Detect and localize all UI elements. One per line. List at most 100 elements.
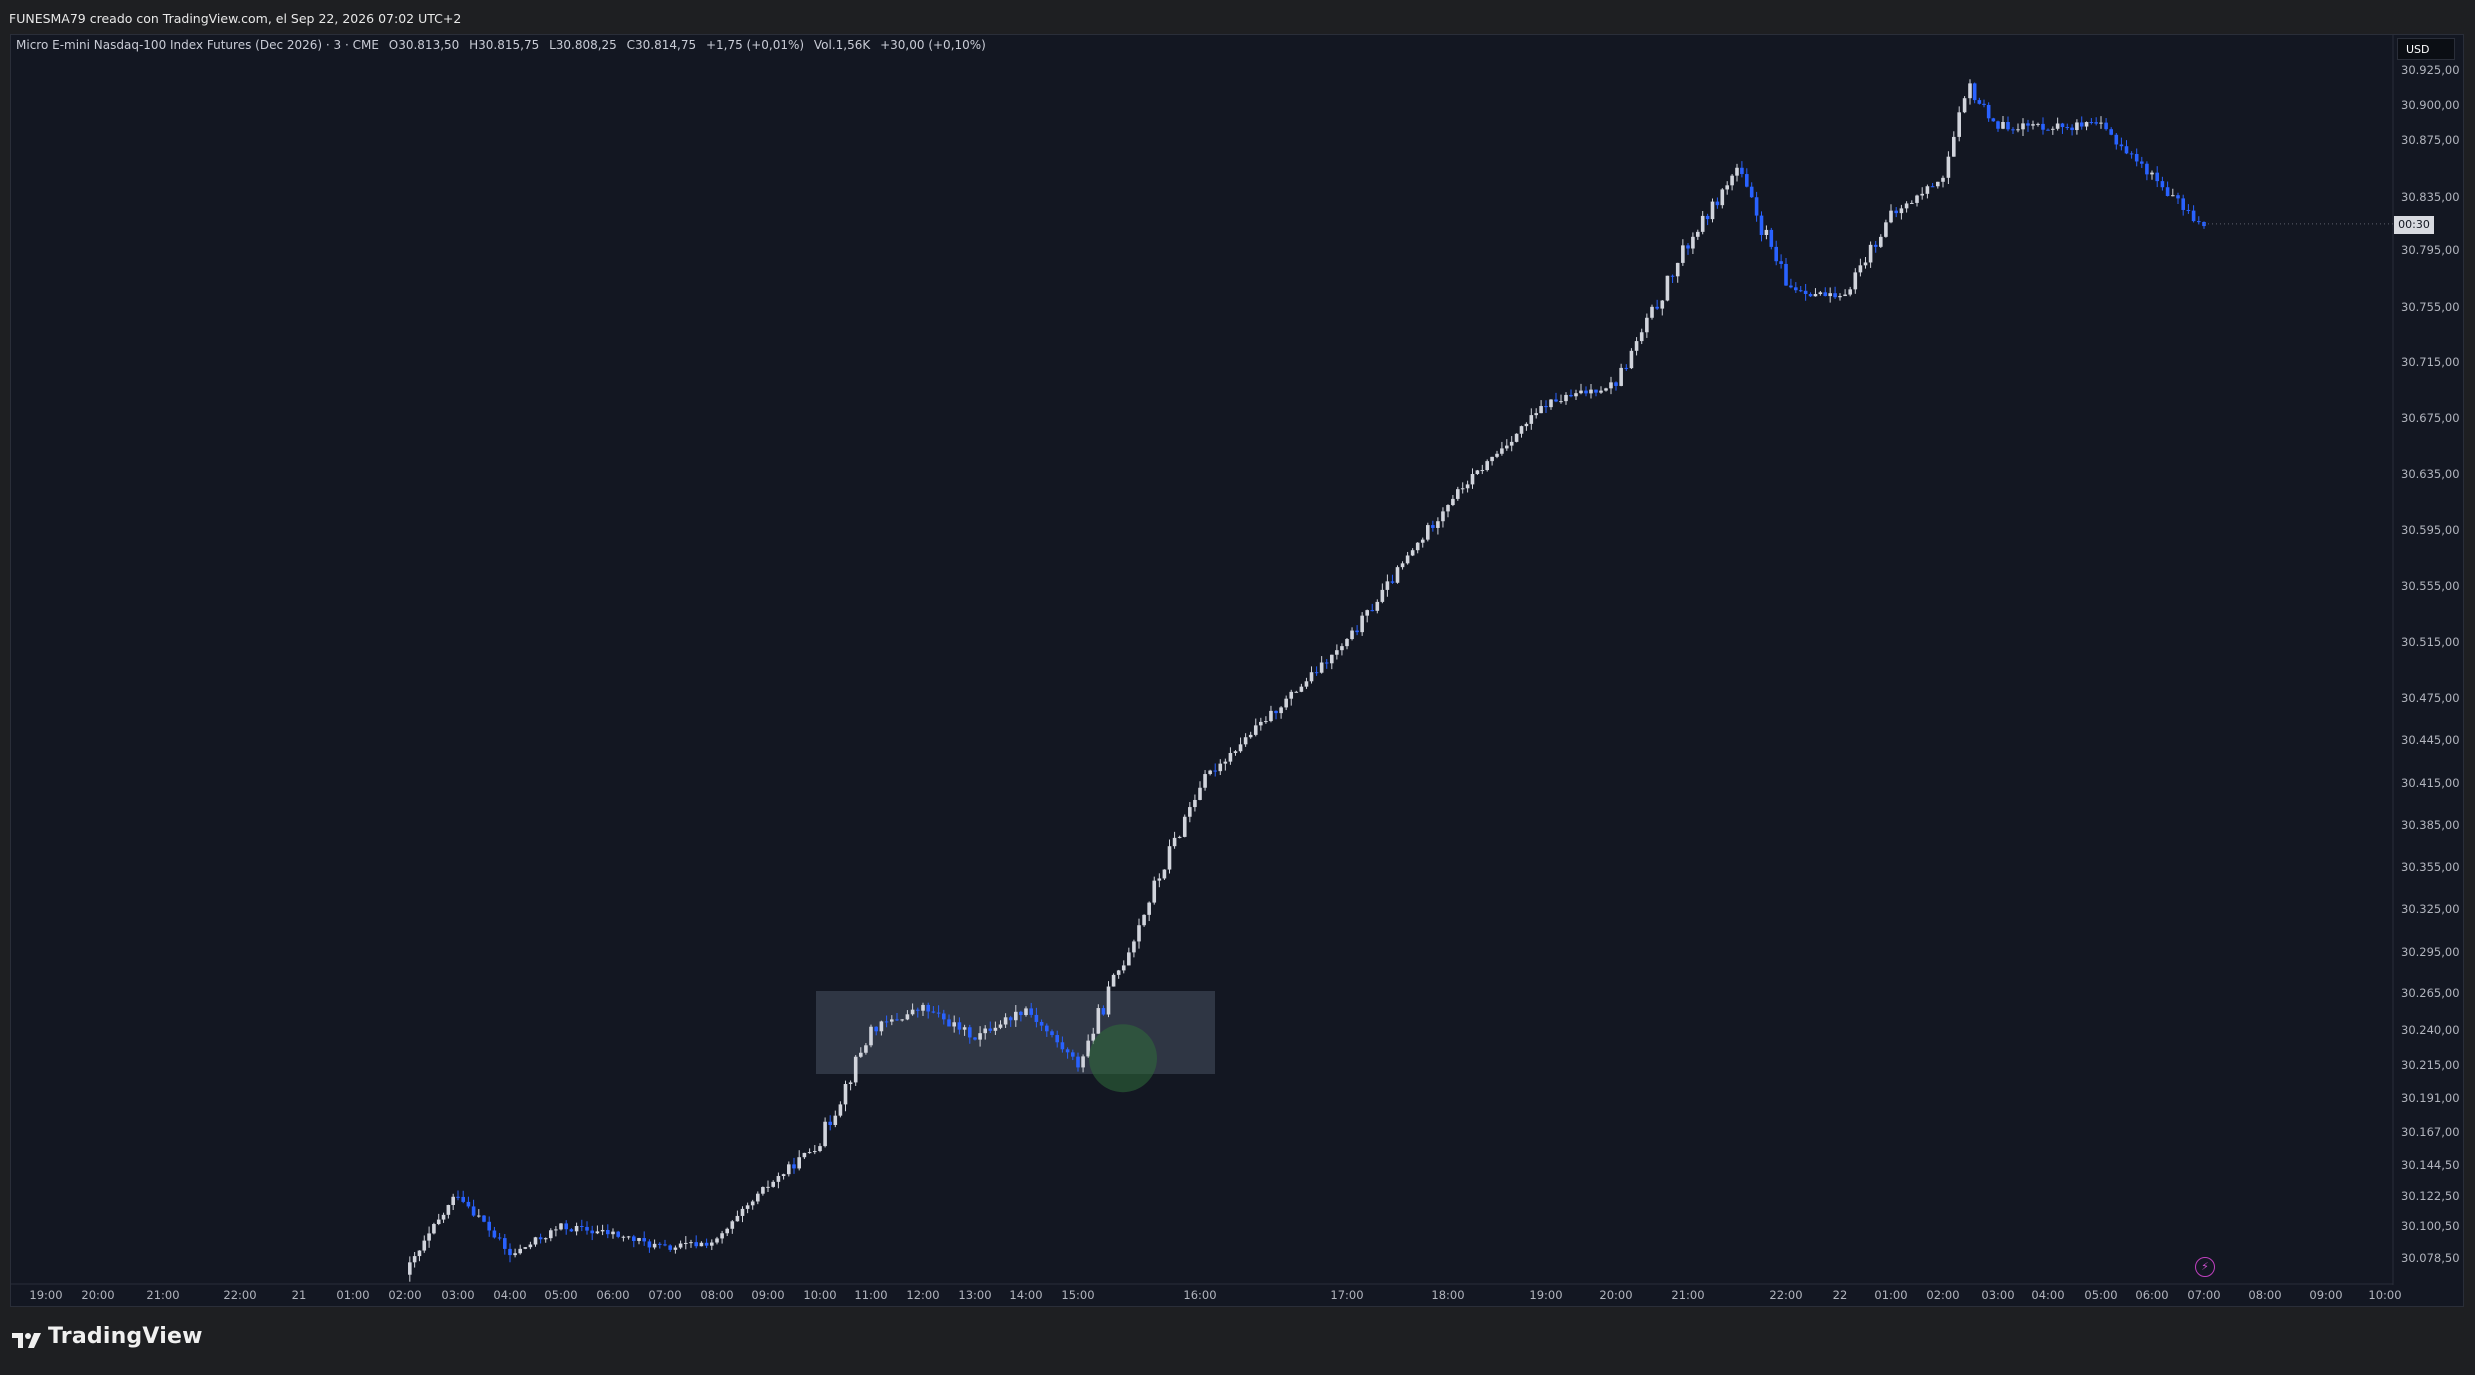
candle-body	[756, 1193, 760, 1202]
candle-body	[968, 1027, 972, 1038]
candle-body	[611, 1231, 615, 1235]
x-tick-label: 09:00	[751, 1288, 784, 1302]
candle-body	[1655, 306, 1659, 309]
candle-body	[1774, 246, 1778, 262]
ohlc-high: H30.815,75	[469, 38, 540, 52]
candle-body	[1274, 710, 1278, 714]
candle-body	[647, 1241, 652, 1248]
volume-change: +30,00 (+0,10%)	[880, 38, 986, 52]
candle-body	[973, 1037, 977, 1040]
candle-body	[1076, 1056, 1080, 1068]
candle-body	[1233, 751, 1238, 753]
candle-body	[1228, 752, 1233, 762]
candle-body	[1803, 290, 1808, 295]
candle-body	[2094, 122, 2098, 124]
candle-body	[884, 1021, 889, 1023]
candle-body	[1405, 555, 1410, 564]
candle-body	[1451, 498, 1455, 506]
candle-body	[1380, 589, 1385, 602]
candle-body	[792, 1164, 796, 1169]
candle-body	[1441, 511, 1445, 522]
candle-body	[1121, 965, 1126, 971]
candle-body	[1008, 1017, 1013, 1021]
candle-body	[874, 1026, 878, 1032]
candle-body	[890, 1019, 894, 1022]
candle-body	[554, 1229, 558, 1231]
y-tick-label: 30.475,00	[2401, 691, 2460, 705]
candle-body	[1309, 672, 1314, 682]
candle-body	[1838, 296, 1842, 298]
candle-body	[1446, 505, 1450, 512]
x-tick-label: 19:00	[29, 1288, 62, 1302]
candle-body	[432, 1224, 436, 1234]
candle-body	[1619, 367, 1623, 386]
candle-body	[1355, 630, 1359, 633]
symbol-name[interactable]: Micro E-mini Nasdaq-100 Index Futures (D…	[16, 38, 379, 52]
candle-body	[1720, 189, 1725, 206]
chart-svg[interactable]: 30.925,00 30.900,00 30.875,00 30.835,00 30.7…	[0, 0, 2475, 1375]
candle-body	[2155, 172, 2159, 182]
candle-body	[1634, 341, 1639, 351]
candle-body	[408, 1262, 412, 1275]
y-tick-label: 30.122,50	[2401, 1189, 2460, 1203]
candle-body	[1559, 401, 1563, 403]
candle-body	[1946, 156, 1951, 178]
x-tick-label: 16:00	[1183, 1288, 1216, 1302]
candle-body	[1431, 525, 1435, 528]
candle-body	[2140, 161, 2144, 164]
candle-body	[1920, 193, 1924, 196]
candle-body	[658, 1243, 662, 1245]
candle-body	[710, 1242, 714, 1246]
candle-body	[1957, 112, 1961, 137]
candle-body	[1735, 167, 1739, 176]
candle-body	[766, 1186, 770, 1188]
candle-body	[471, 1206, 476, 1216]
y-tick-label: 30.755,00	[2401, 300, 2460, 314]
candle-body	[1972, 83, 1977, 101]
x-tick-label: 21	[292, 1288, 307, 1302]
currency-button[interactable]: USD	[2397, 38, 2455, 60]
candle-body	[2089, 122, 2094, 124]
candle-body	[2124, 146, 2129, 154]
candle-body	[853, 1056, 858, 1083]
candle-body	[482, 1215, 486, 1222]
candle-body	[2186, 209, 2191, 211]
symbol-legend[interactable]: Micro E-mini Nasdaq-100 Index Futures (D…	[16, 38, 992, 52]
candle-body	[513, 1253, 517, 1256]
candle-body	[1828, 293, 1832, 297]
candle-body	[1096, 1008, 1101, 1034]
lightning-icon[interactable]: ⚡	[2195, 1257, 2215, 1277]
candle-body	[993, 1027, 998, 1031]
candle-body	[1696, 231, 1700, 237]
candle-body	[1370, 610, 1375, 612]
brand-name[interactable]: TradingView	[48, 1324, 203, 1349]
candle-body	[1529, 415, 1534, 424]
tradingview-logo-icon[interactable]	[11, 1324, 45, 1354]
candle-body	[2165, 187, 2170, 197]
candle-body	[1055, 1035, 1059, 1043]
candle-body	[1475, 470, 1480, 474]
candle-body	[833, 1115, 838, 1125]
candle-body	[1514, 433, 1519, 442]
x-tick-label: 15:00	[1061, 1288, 1094, 1302]
candle-body	[1177, 836, 1182, 838]
candle-body	[2079, 122, 2084, 127]
candle-body	[606, 1229, 610, 1235]
candle-body	[750, 1201, 755, 1206]
candle-body	[1314, 672, 1319, 674]
candle-body	[585, 1226, 589, 1231]
candle-body	[497, 1237, 502, 1239]
candle-body	[574, 1225, 579, 1232]
candle-body	[466, 1201, 471, 1207]
candle-body	[864, 1045, 868, 1053]
candle-body	[1848, 289, 1852, 295]
candle-body	[1982, 103, 1986, 105]
candle-body	[427, 1233, 431, 1241]
candle-body	[559, 1223, 563, 1230]
candle-body	[1833, 293, 1837, 298]
candle-body	[412, 1256, 417, 1263]
candle-body	[735, 1215, 740, 1222]
candle-body	[740, 1208, 745, 1216]
y-tick-label: 30.900,00	[2401, 98, 2460, 112]
candle-body	[2145, 163, 2149, 175]
